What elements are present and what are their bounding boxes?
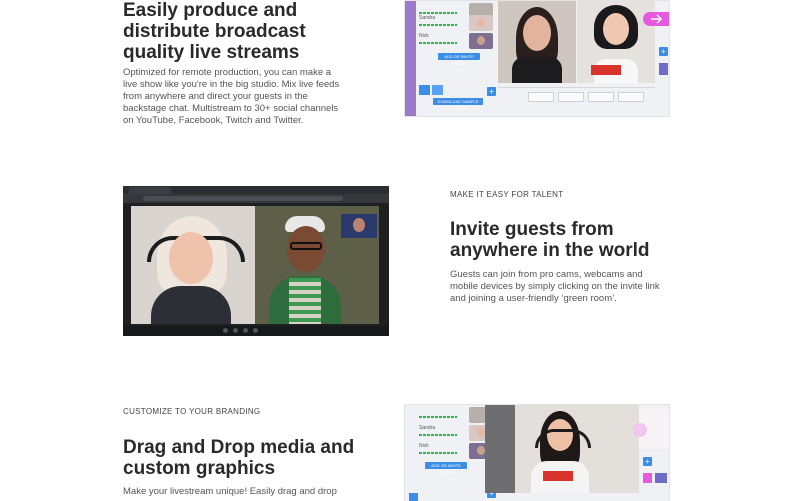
guest-thumbnail xyxy=(469,33,493,49)
guest-row[interactable]: Nick xyxy=(419,443,493,459)
share-icon[interactable] xyxy=(243,328,248,333)
download-assets-button[interactable]: DOWNLOAD SAMPLE ASSETS xyxy=(433,98,483,111)
mic-icon[interactable] xyxy=(223,328,228,333)
media-tile-icon[interactable] xyxy=(432,85,443,95)
add-feeds-button[interactable]: ADD OR INVITE FEEDS xyxy=(425,462,467,475)
guest-row[interactable]: Nick xyxy=(419,33,493,49)
logo-banner xyxy=(591,65,621,75)
guest-row[interactable] xyxy=(419,407,493,423)
next-arrow-icon[interactable] xyxy=(643,12,669,26)
guest-thumbnail xyxy=(469,15,493,31)
section-description: Guests can join from pro cams, webcams a… xyxy=(450,269,660,304)
section-description: Make your livestream unique! Easily drag… xyxy=(123,486,337,497)
add-scene-icon[interactable]: + xyxy=(643,457,652,466)
scene-thumbnail[interactable] xyxy=(643,473,652,483)
add-feeds-button[interactable]: ADD OR INVITE FEEDS xyxy=(438,53,480,66)
studio-screenshot: Sandra Nick ADD OR INVITE FEEDS + + xyxy=(404,404,670,501)
camera-icon[interactable] xyxy=(233,328,238,333)
studio-sidebar xyxy=(405,1,416,116)
audio-meter xyxy=(419,24,457,26)
settings-icon[interactable] xyxy=(253,328,258,333)
studio-screenshot: Sandra Nick ADD OR INVITE FEEDS + DOWNLO… xyxy=(404,0,670,117)
video-call-screenshot xyxy=(123,186,389,336)
scene-thumbnail[interactable] xyxy=(655,473,667,483)
guest-row[interactable]: Sandra xyxy=(419,425,493,441)
participant-video-right xyxy=(255,206,379,324)
audio-meter xyxy=(419,452,457,454)
guest-row[interactable]: Sandra xyxy=(419,15,493,31)
section-eyebrow: MAKE IT EASY FOR TALENT xyxy=(450,190,564,199)
section-title: Invite guests from anywhere in the world xyxy=(450,219,650,261)
logo-banner xyxy=(543,471,573,481)
brand-panel xyxy=(633,409,669,449)
call-controls xyxy=(123,326,389,336)
self-view-thumbnail xyxy=(341,214,377,238)
participant-video-left xyxy=(131,206,255,324)
browser-tabbar xyxy=(123,186,389,194)
browser-tab[interactable] xyxy=(129,187,171,194)
browser-urlbar xyxy=(123,194,389,203)
section-eyebrow: CUSTOMIZE TO YOUR BRANDING xyxy=(123,407,261,416)
section-title: Easily produce and distribute broadcast … xyxy=(123,0,306,63)
audio-meter xyxy=(419,434,457,436)
section-title: Drag and Drop media and custom graphics xyxy=(123,437,355,479)
add-icon[interactable]: + xyxy=(487,87,496,96)
section-description: Optimized for remote production, you can… xyxy=(123,67,340,126)
audio-meter xyxy=(419,416,457,418)
add-scene-icon[interactable]: + xyxy=(659,47,668,56)
media-tile-icon[interactable] xyxy=(419,85,430,95)
headphones xyxy=(535,429,591,448)
audio-meter xyxy=(419,12,457,14)
stage-feed-main xyxy=(485,405,639,493)
scene-thumbnail[interactable] xyxy=(659,63,668,75)
timeline xyxy=(498,87,655,106)
audio-meter xyxy=(419,42,457,44)
stage-feed-left xyxy=(498,1,576,83)
